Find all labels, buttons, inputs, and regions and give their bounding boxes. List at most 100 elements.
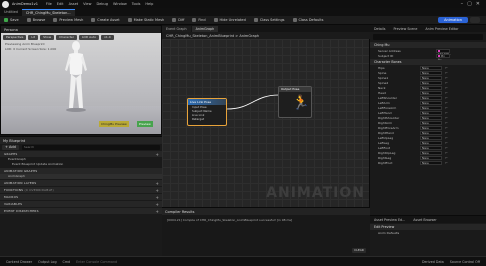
class-defaults-button[interactable]: Class Defaults bbox=[292, 18, 323, 22]
section-variables[interactable]: VARIABLES + bbox=[0, 201, 162, 207]
bone-select[interactable]: None bbox=[420, 100, 442, 105]
tab-anim-preview-editor[interactable]: Anim Preview Editor bbox=[421, 27, 462, 31]
menu-debug[interactable]: Debug bbox=[96, 2, 108, 6]
speed-chip[interactable]: x1.0 bbox=[101, 35, 114, 40]
section-animation-layers[interactable]: ANIMATION LAYERS + bbox=[0, 180, 162, 186]
bone-select[interactable]: None bbox=[420, 120, 442, 125]
bone-select[interactable]: None bbox=[420, 80, 442, 85]
reset-arrow-icon[interactable]: ↶ bbox=[445, 106, 448, 110]
reset-arrow-icon[interactable]: ↶ bbox=[445, 121, 448, 125]
make-static-mesh-button[interactable]: Make Static Mesh bbox=[127, 18, 164, 22]
graph-item-update-event[interactable]: Event Blueprint Update Animation bbox=[0, 162, 162, 167]
animation-mode-button[interactable]: Animation bbox=[438, 17, 468, 23]
preview-mesh-button[interactable]: Preview Mesh bbox=[53, 18, 83, 22]
bone-select[interactable]: None bbox=[420, 65, 442, 70]
bone-select[interactable]: None bbox=[420, 95, 442, 100]
menu-edit[interactable]: Edit bbox=[57, 2, 64, 6]
reset-arrow-icon[interactable]: ↶ bbox=[445, 86, 448, 90]
reset-arrow-icon[interactable]: ↶ bbox=[445, 91, 448, 95]
reset-arrow-icon[interactable]: ↶ bbox=[445, 71, 448, 75]
section-functions[interactable]: FUNCTIONS (0 OVERRIDABLE) + bbox=[0, 187, 162, 193]
bone-select[interactable]: None bbox=[420, 150, 442, 155]
reset-arrow-icon[interactable]: ↶ bbox=[445, 101, 448, 105]
diff-button[interactable]: Diff bbox=[172, 18, 184, 22]
show-chip[interactable]: Show bbox=[40, 35, 55, 40]
reset-arrow-icon[interactable]: ↶ bbox=[445, 126, 448, 130]
tab-anim-blueprint[interactable]: CHR_ChingMu_Skeleton... bbox=[21, 8, 75, 16]
find-button[interactable]: Find bbox=[192, 18, 206, 22]
bone-select[interactable]: None bbox=[420, 155, 442, 160]
reset-arrow-icon[interactable]: ↶ bbox=[445, 161, 448, 165]
details-search-input[interactable] bbox=[373, 34, 483, 40]
tab-asset-preview[interactable]: Asset Preview Ed... bbox=[370, 218, 409, 222]
tab-untitled[interactable]: Untitled bbox=[0, 9, 22, 16]
hide-unrelated-button[interactable]: Hide Unrelated bbox=[213, 18, 246, 22]
window-controls[interactable]: –▢✕ bbox=[461, 1, 484, 7]
source-control-button[interactable]: Source Control Off bbox=[450, 260, 480, 264]
bone-select[interactable]: None bbox=[420, 140, 442, 145]
bone-select[interactable]: None bbox=[420, 145, 442, 150]
menu-view[interactable]: View bbox=[83, 2, 91, 6]
lit-chip[interactable]: Lit bbox=[28, 35, 39, 40]
console-input[interactable]: Enter Console Command bbox=[76, 260, 117, 264]
add-macro-icon[interactable]: + bbox=[155, 195, 159, 200]
bone-select[interactable]: None bbox=[420, 75, 442, 80]
perspective-chip[interactable]: Perspective bbox=[3, 35, 27, 40]
reset-arrow-icon[interactable]: ↶ bbox=[445, 81, 448, 85]
add-dispatcher-icon[interactable]: + bbox=[155, 209, 159, 214]
bone-select[interactable]: None bbox=[420, 90, 442, 95]
class-settings-button[interactable]: Class Settings bbox=[253, 18, 285, 22]
menu-window[interactable]: Window bbox=[113, 2, 127, 6]
output-pose-node[interactable]: Output Pose 🏃 bbox=[278, 86, 312, 118]
tab-asset-browser[interactable]: Asset Browser bbox=[409, 218, 440, 222]
add-button[interactable]: + Add bbox=[2, 145, 19, 150]
tab-preview-scene[interactable]: Preview Scene bbox=[389, 27, 421, 31]
reset-arrow-icon[interactable]: ↶ bbox=[445, 66, 448, 70]
menu-file[interactable]: File bbox=[46, 2, 52, 6]
anim-graph-canvas[interactable]: Live Link Pose Input Pose Subject Name L… bbox=[162, 39, 370, 207]
reset-arrow-icon[interactable]: ↶ bbox=[445, 141, 448, 145]
reset-arrow-icon[interactable]: ↶ bbox=[445, 111, 448, 115]
save-button[interactable]: Save bbox=[4, 18, 19, 22]
tab-details[interactable]: Details bbox=[370, 27, 389, 31]
menu-help[interactable]: Help bbox=[145, 2, 153, 6]
bone-select[interactable]: None bbox=[420, 110, 442, 115]
add-graph-icon[interactable]: + bbox=[155, 152, 159, 157]
search-input[interactable]: Search bbox=[21, 145, 160, 150]
add-function-icon[interactable]: + bbox=[155, 188, 159, 193]
section-macros[interactable]: MACROS + bbox=[0, 194, 162, 200]
live-link-pose-node[interactable]: Live Link Pose Input Pose Subject Name L… bbox=[187, 98, 227, 126]
reset-arrow-icon[interactable]: ↶ bbox=[445, 76, 448, 80]
reset-arrow-icon[interactable]: ↶ bbox=[445, 146, 448, 150]
content-drawer-button[interactable]: Content Drawer bbox=[6, 260, 32, 264]
clear-button[interactable]: CLEAR bbox=[352, 248, 366, 253]
tab-event-graph[interactable]: Event Graph bbox=[162, 25, 191, 32]
bone-select[interactable]: None bbox=[420, 85, 442, 90]
menu-tools[interactable]: Tools bbox=[132, 2, 141, 6]
node-pin[interactable]: Retarget bbox=[188, 117, 226, 121]
reset-arrow-icon[interactable]: ↶ bbox=[445, 136, 448, 140]
bone-select[interactable]: None bbox=[420, 135, 442, 140]
browse-button[interactable]: Browse bbox=[26, 18, 45, 22]
add-layer-icon[interactable]: + bbox=[155, 181, 159, 186]
subject-id-field[interactable]: Pin a... bbox=[436, 53, 450, 61]
mode-options-button[interactable] bbox=[470, 17, 480, 23]
bone-select[interactable]: None bbox=[420, 70, 442, 75]
bone-select[interactable]: None bbox=[420, 105, 442, 110]
bone-select[interactable]: None bbox=[420, 130, 442, 135]
section-event-dispatchers[interactable]: EVENT DISPATCHERS + bbox=[0, 208, 162, 214]
reset-arrow-icon[interactable]: ↶ bbox=[445, 151, 448, 155]
bone-select[interactable]: None bbox=[420, 125, 442, 130]
create-asset-button[interactable]: Create Asset bbox=[91, 18, 120, 22]
reset-arrow-icon[interactable]: ↶ bbox=[445, 156, 448, 160]
cmd-button[interactable]: Cmd bbox=[63, 260, 71, 264]
bone-select[interactable]: None bbox=[420, 115, 442, 120]
reset-arrow-icon[interactable]: ↶ bbox=[445, 131, 448, 135]
server-address-field[interactable]: 192.168... bbox=[436, 48, 451, 56]
preview-viewport[interactable]: Persona Perspective Lit Show Character L… bbox=[0, 25, 162, 135]
reset-arrow-icon[interactable]: ↶ bbox=[445, 96, 448, 100]
tab-animgraph[interactable]: AnimGraph bbox=[191, 25, 219, 32]
reset-arrow-icon[interactable]: ↶ bbox=[445, 116, 448, 120]
add-variable-icon[interactable]: + bbox=[155, 202, 159, 207]
output-log-button[interactable]: Output Log bbox=[38, 260, 56, 264]
